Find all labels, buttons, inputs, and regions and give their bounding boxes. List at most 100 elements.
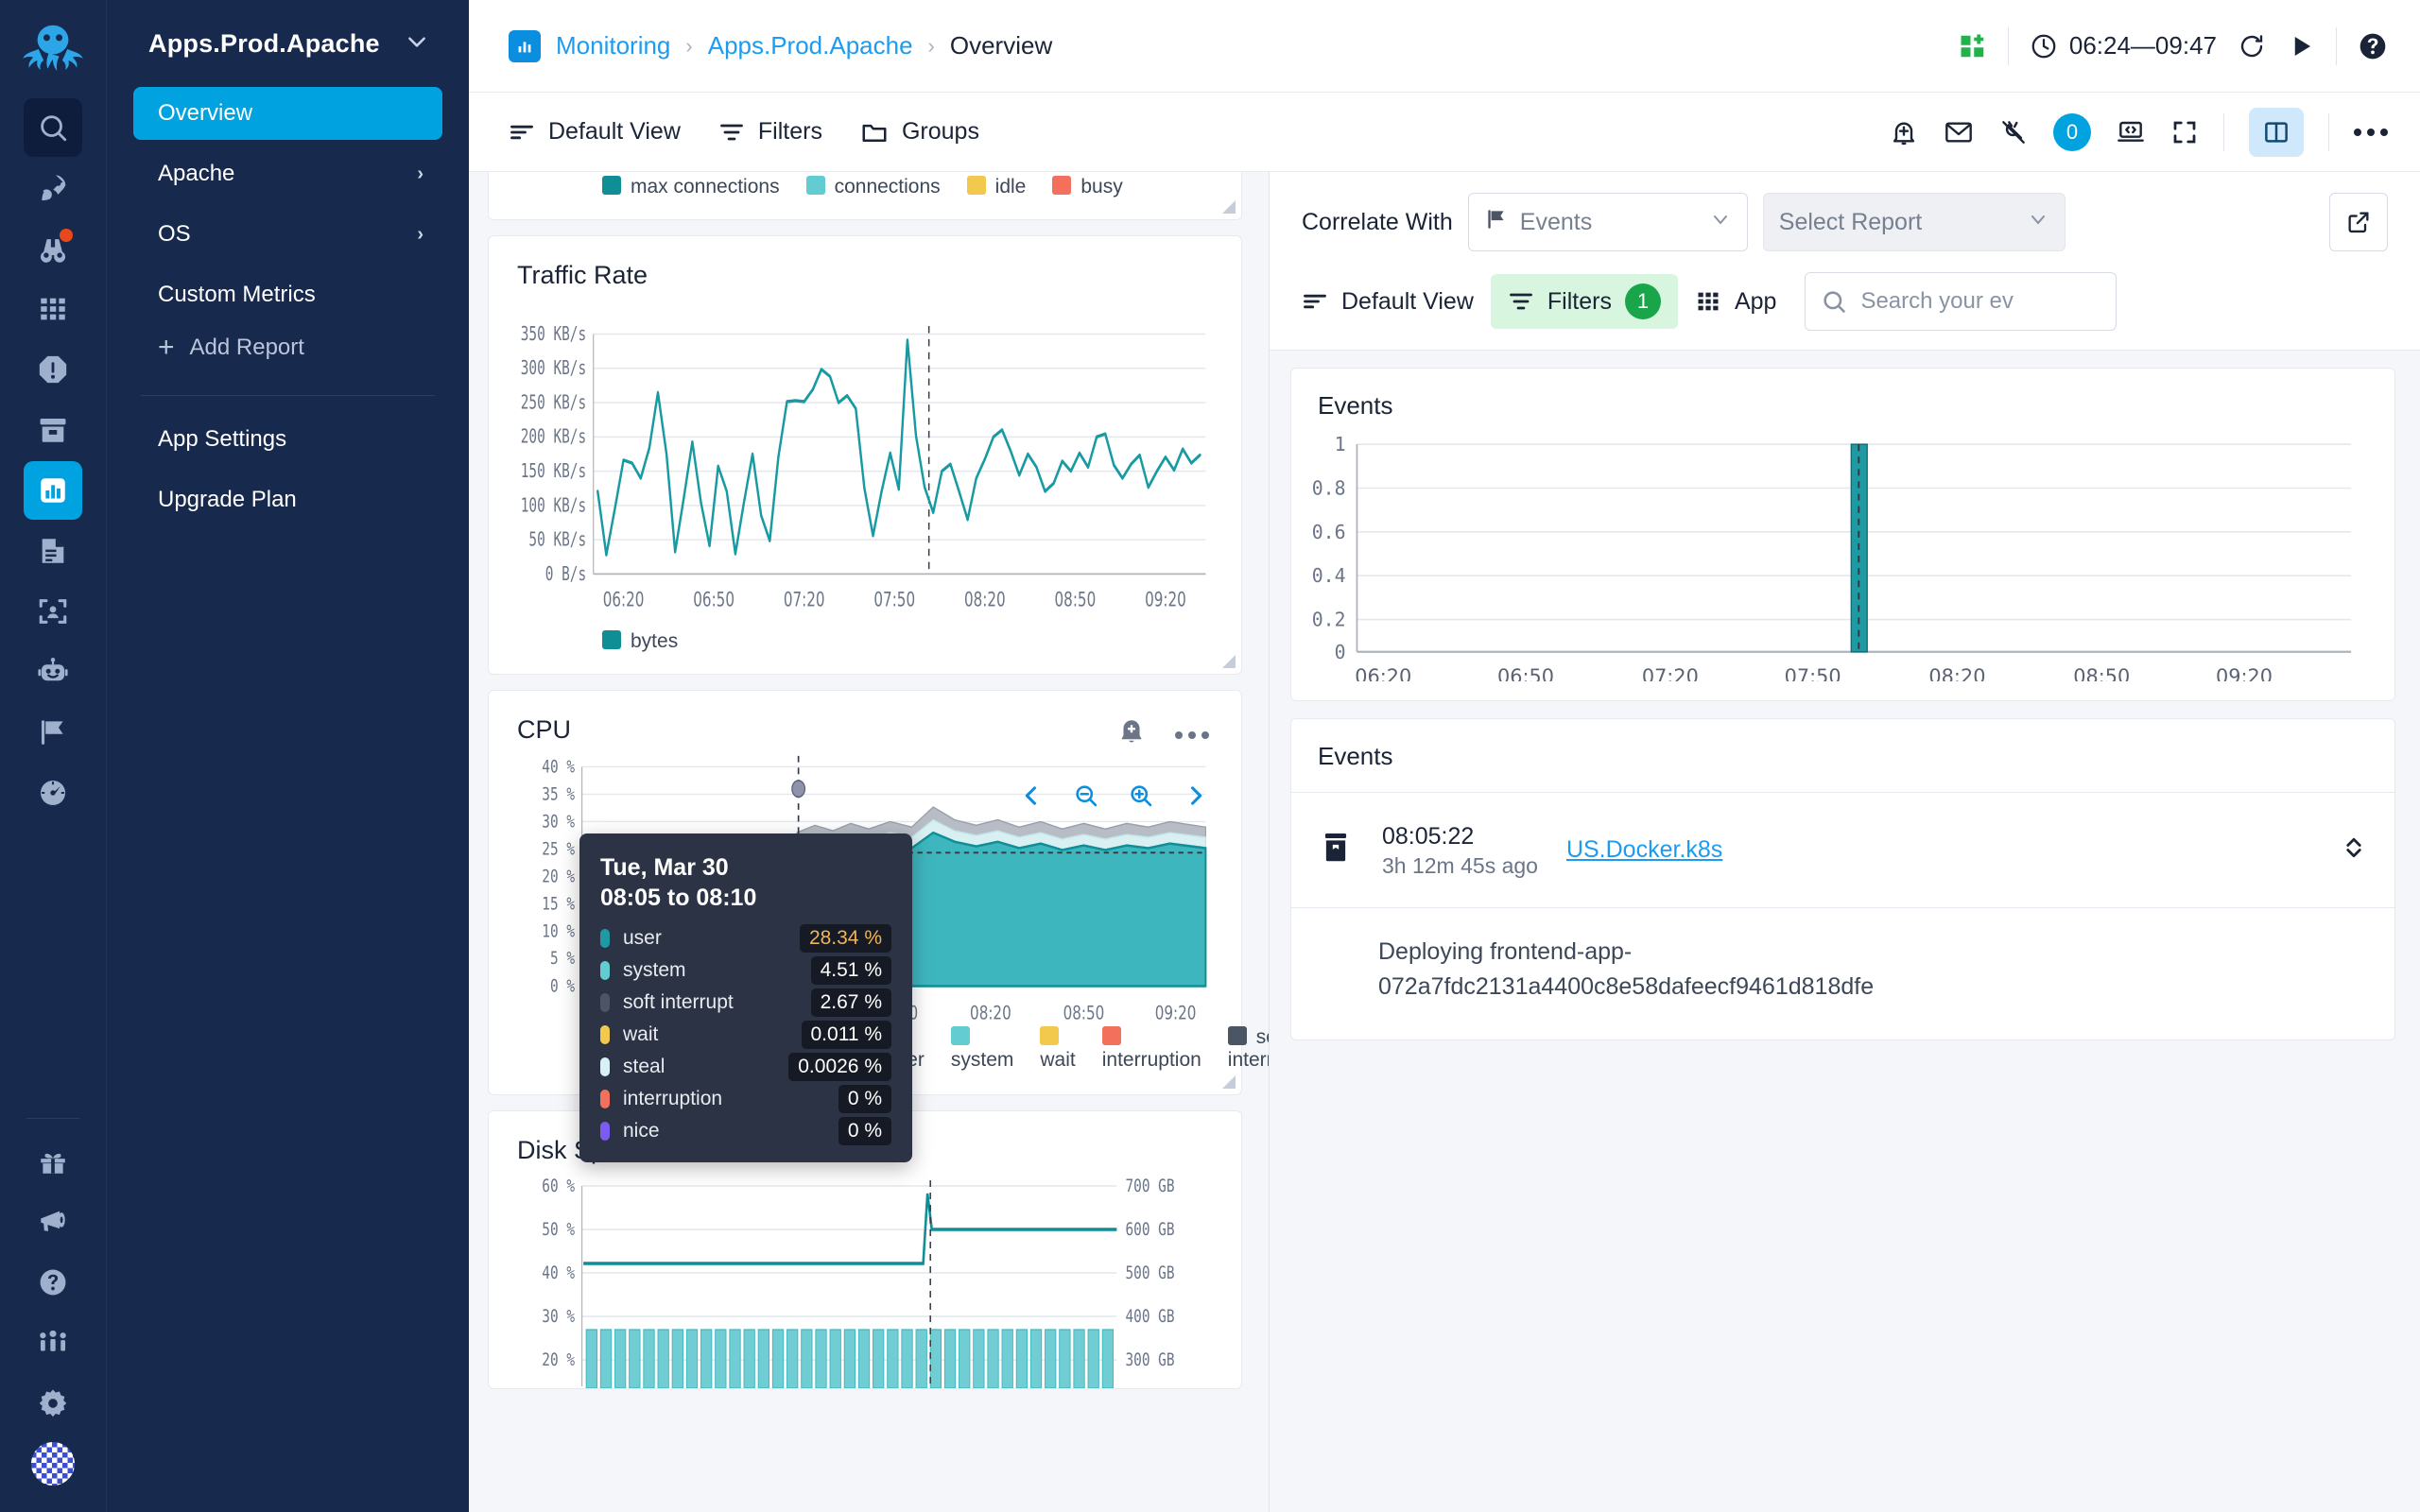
- content-area: max connections connections idle busy Tr…: [469, 172, 2420, 1512]
- add-report-button[interactable]: + Add Report: [133, 321, 442, 374]
- gift-icon[interactable]: [24, 1132, 82, 1191]
- chevron-right-icon: ›: [417, 163, 424, 184]
- user-scan-icon[interactable]: [24, 582, 82, 641]
- svg-text:350 KB/s: 350 KB/s: [521, 324, 586, 346]
- legend-item: max connections: [602, 176, 780, 198]
- svg-text:08:20: 08:20: [970, 1004, 1011, 1024]
- prev-icon[interactable]: [1018, 782, 1045, 809]
- filters-button[interactable]: Filters: [718, 118, 822, 146]
- event-row[interactable]: 08:05:22 3h 12m 45s ago US.Docker.k8s: [1291, 792, 2394, 907]
- flag-icon[interactable]: [24, 703, 82, 762]
- view-lines-icon: [1304, 294, 1326, 309]
- app-root: Apps.Prod.Apache Overview Apache › OS › …: [0, 0, 2420, 1512]
- sidebar-item-label: App Settings: [158, 426, 287, 452]
- split-panel-icon[interactable]: [2249, 107, 2304, 157]
- external-link-icon[interactable]: [2329, 193, 2388, 251]
- sidebar-item-custom-metrics[interactable]: Custom Metrics: [133, 268, 442, 321]
- svg-text:60 %: 60 %: [542, 1175, 575, 1196]
- search-icon[interactable]: [24, 98, 82, 157]
- svg-text:35 %: 35 %: [542, 784, 575, 804]
- select-report-dropdown[interactable]: Select Report: [1762, 193, 2066, 251]
- resize-handle[interactable]: [1220, 198, 1236, 214]
- disk-chart[interactable]: 60 % 50 % 40 % 30 % 20 % 700 GB 600 GB 5…: [489, 1171, 1241, 1388]
- sidebar-item-apache[interactable]: Apache ›: [133, 147, 442, 200]
- binoculars-icon[interactable]: [24, 219, 82, 278]
- correlate-header: Correlate With Events Select Report Defa…: [1270, 172, 2420, 351]
- events-filters-button[interactable]: Filters 1: [1490, 274, 1678, 329]
- rocket-icon[interactable]: [24, 159, 82, 217]
- chevron-down-icon[interactable]: [395, 24, 439, 63]
- reports-column[interactable]: max connections connections idle busy Tr…: [469, 172, 1269, 1512]
- sidebar-item-label: Apache: [158, 161, 235, 186]
- svg-text:250 KB/s: 250 KB/s: [521, 392, 586, 414]
- resize-handle[interactable]: [1220, 653, 1236, 668]
- zoom-in-icon[interactable]: [1128, 782, 1154, 809]
- robot-icon[interactable]: [24, 643, 82, 701]
- refresh-icon[interactable]: [2238, 32, 2266, 60]
- bell-plus-icon[interactable]: [1116, 717, 1147, 752]
- help-icon[interactable]: [2358, 31, 2388, 61]
- play-icon[interactable]: [2287, 32, 2315, 60]
- help-circle-icon[interactable]: [24, 1253, 82, 1312]
- bell-plus-icon[interactable]: [1889, 117, 1919, 147]
- document-icon[interactable]: [24, 522, 82, 580]
- sort-updown-icon[interactable]: [2340, 833, 2368, 867]
- more-icon[interactable]: [2354, 128, 2388, 136]
- svg-text:06:20: 06:20: [603, 589, 645, 611]
- cpu-zoom-controls[interactable]: [1018, 782, 1209, 809]
- events-default-view-button[interactable]: Default View: [1302, 288, 1474, 316]
- time-range-picker[interactable]: 06:24—09:47: [2030, 31, 2217, 60]
- events-bar-chart[interactable]: 1 0.8 0.6 0.4 0.2 0 06:20 06:50 07:20 07…: [1291, 424, 2394, 700]
- breadcrumb-link-monitoring[interactable]: Monitoring: [556, 31, 670, 60]
- sidebar-header[interactable]: Apps.Prod.Apache: [133, 0, 442, 87]
- octopus-logo[interactable]: [16, 13, 90, 87]
- chevron-right-icon: ›: [417, 223, 424, 245]
- bar-chart-icon[interactable]: [24, 461, 82, 520]
- sidebar-item-upgrade-plan[interactable]: Upgrade Plan: [133, 473, 442, 526]
- svg-text:08:20: 08:20: [964, 589, 1006, 611]
- cpu-chart[interactable]: 40 % 35 % 30 % 25 % 20 % 15 % 10 % 5 % 0…: [489, 752, 1241, 1162]
- default-view-button[interactable]: Default View: [509, 118, 681, 146]
- svg-text:07:50: 07:50: [873, 589, 915, 611]
- traffic-rate-chart[interactable]: 350 KB/s 300 KB/s 250 KB/s 200 KB/s 150 …: [489, 296, 1241, 628]
- breadcrumb-link-app[interactable]: Apps.Prod.Apache: [708, 31, 913, 60]
- add-report-label: Add Report: [189, 335, 304, 360]
- view-toolbar: Default View Filters Groups 0: [469, 93, 2420, 172]
- sidebar-item-overview[interactable]: Overview: [133, 87, 442, 140]
- tooltip-row: soft interrupt 2.67 %: [600, 987, 891, 1019]
- page-title: Overview: [949, 31, 1053, 60]
- svg-text:06:50: 06:50: [1497, 665, 1554, 681]
- fullscreen-icon[interactable]: [2170, 118, 2199, 146]
- grid-icon[interactable]: [24, 280, 82, 338]
- svg-text:0.2: 0.2: [1312, 608, 1346, 630]
- archive-icon[interactable]: [24, 401, 82, 459]
- bar-chart-icon: [509, 29, 541, 62]
- more-icon[interactable]: [1175, 730, 1209, 739]
- legend-item: idle: [966, 176, 1026, 198]
- groups-button[interactable]: Groups: [860, 118, 979, 146]
- sidebar-item-label: OS: [158, 221, 191, 247]
- breadcrumb-separator: ›: [685, 33, 693, 58]
- svg-text:300 KB/s: 300 KB/s: [521, 358, 586, 380]
- community-icon[interactable]: [24, 1314, 82, 1372]
- gauge-icon[interactable]: [24, 764, 82, 822]
- sidebar-item-app-settings[interactable]: App Settings: [133, 413, 442, 466]
- events-app-button[interactable]: App: [1695, 288, 1776, 316]
- laptop-code-icon[interactable]: [2116, 117, 2146, 147]
- view-lines-icon: [510, 125, 533, 139]
- mail-icon[interactable]: [1944, 117, 1974, 147]
- resize-handle[interactable]: [1220, 1074, 1236, 1089]
- megaphone-icon[interactable]: [24, 1193, 82, 1251]
- alert-octagon-icon[interactable]: [24, 340, 82, 399]
- sidebar-item-os[interactable]: OS ›: [133, 208, 442, 261]
- events-search-input[interactable]: Search your ev: [1805, 272, 2118, 331]
- zoom-out-icon[interactable]: [1073, 782, 1099, 809]
- event-source-link[interactable]: US.Docker.k8s: [1566, 836, 1722, 864]
- gear-icon[interactable]: [24, 1374, 82, 1433]
- add-widget-icon[interactable]: [1959, 32, 1987, 60]
- divider: [2336, 26, 2337, 65]
- avatar[interactable]: [24, 1435, 82, 1493]
- correlate-source-select[interactable]: Events: [1467, 193, 1748, 251]
- plug-off-icon[interactable]: [1998, 117, 2029, 147]
- next-icon[interactable]: [1183, 782, 1209, 809]
